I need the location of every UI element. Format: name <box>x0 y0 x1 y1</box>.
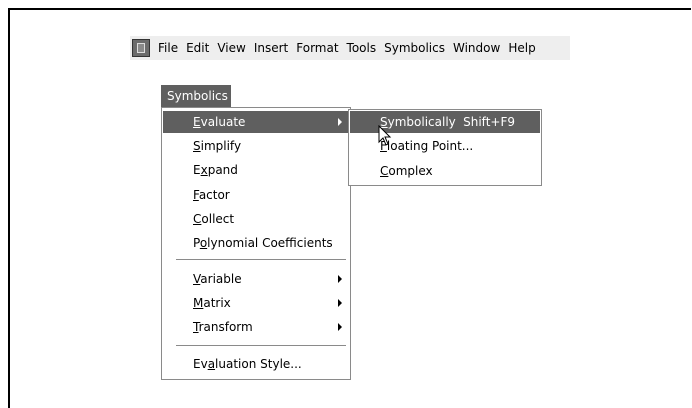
submenu-arrow-icon <box>338 275 342 283</box>
menu-file[interactable]: File <box>154 36 182 60</box>
shortcut-label: Shift+F9 <box>463 115 515 129</box>
symbolics-menu-title[interactable]: Symbolics <box>161 85 231 107</box>
menu-bar: File Edit View Insert Format Tools Symbo… <box>130 36 570 60</box>
submenu-arrow-icon <box>338 299 342 307</box>
menu-symbolics[interactable]: Symbolics <box>380 36 449 60</box>
menu-item-factor[interactable]: Factor <box>163 184 349 206</box>
menu-item-collect[interactable]: Collect <box>163 208 349 230</box>
menu-tools[interactable]: Tools <box>343 36 381 60</box>
menu-separator <box>176 345 346 346</box>
menu-separator <box>176 259 346 260</box>
menu-window[interactable]: Window <box>449 36 504 60</box>
menu-help[interactable]: Help <box>504 36 539 60</box>
menu-item-expand[interactable]: Expand <box>163 159 349 181</box>
menu-item-evaluation-style[interactable]: Evaluation Style... <box>163 353 349 375</box>
submenu-arrow-icon <box>338 118 342 126</box>
menu-edit[interactable]: Edit <box>182 36 213 60</box>
menu-insert[interactable]: Insert <box>250 36 292 60</box>
menu-item-transform[interactable]: Transform <box>163 316 349 338</box>
evaluate-submenu: Symbolically Shift+F9 Floating Point... … <box>348 109 542 186</box>
menu-item-polynomial-coefficients[interactable]: Polynomial Coefficients <box>163 232 349 254</box>
menu-item-simplify[interactable]: Simplify <box>163 135 349 157</box>
submenu-arrow-icon <box>338 323 342 331</box>
menu-item-matrix[interactable]: Matrix <box>163 292 349 314</box>
symbolics-dropdown: Evaluate Simplify Expand Factor Collect … <box>161 107 351 380</box>
menu-item-evaluate[interactable]: Evaluate <box>163 111 349 133</box>
submenu-item-complex[interactable]: Complex <box>350 160 540 182</box>
menu-item-variable[interactable]: Variable <box>163 268 349 290</box>
menu-view[interactable]: View <box>213 36 249 60</box>
mouse-pointer-icon <box>378 125 392 146</box>
app-icon[interactable] <box>132 39 150 57</box>
menu-format[interactable]: Format <box>292 36 342 60</box>
